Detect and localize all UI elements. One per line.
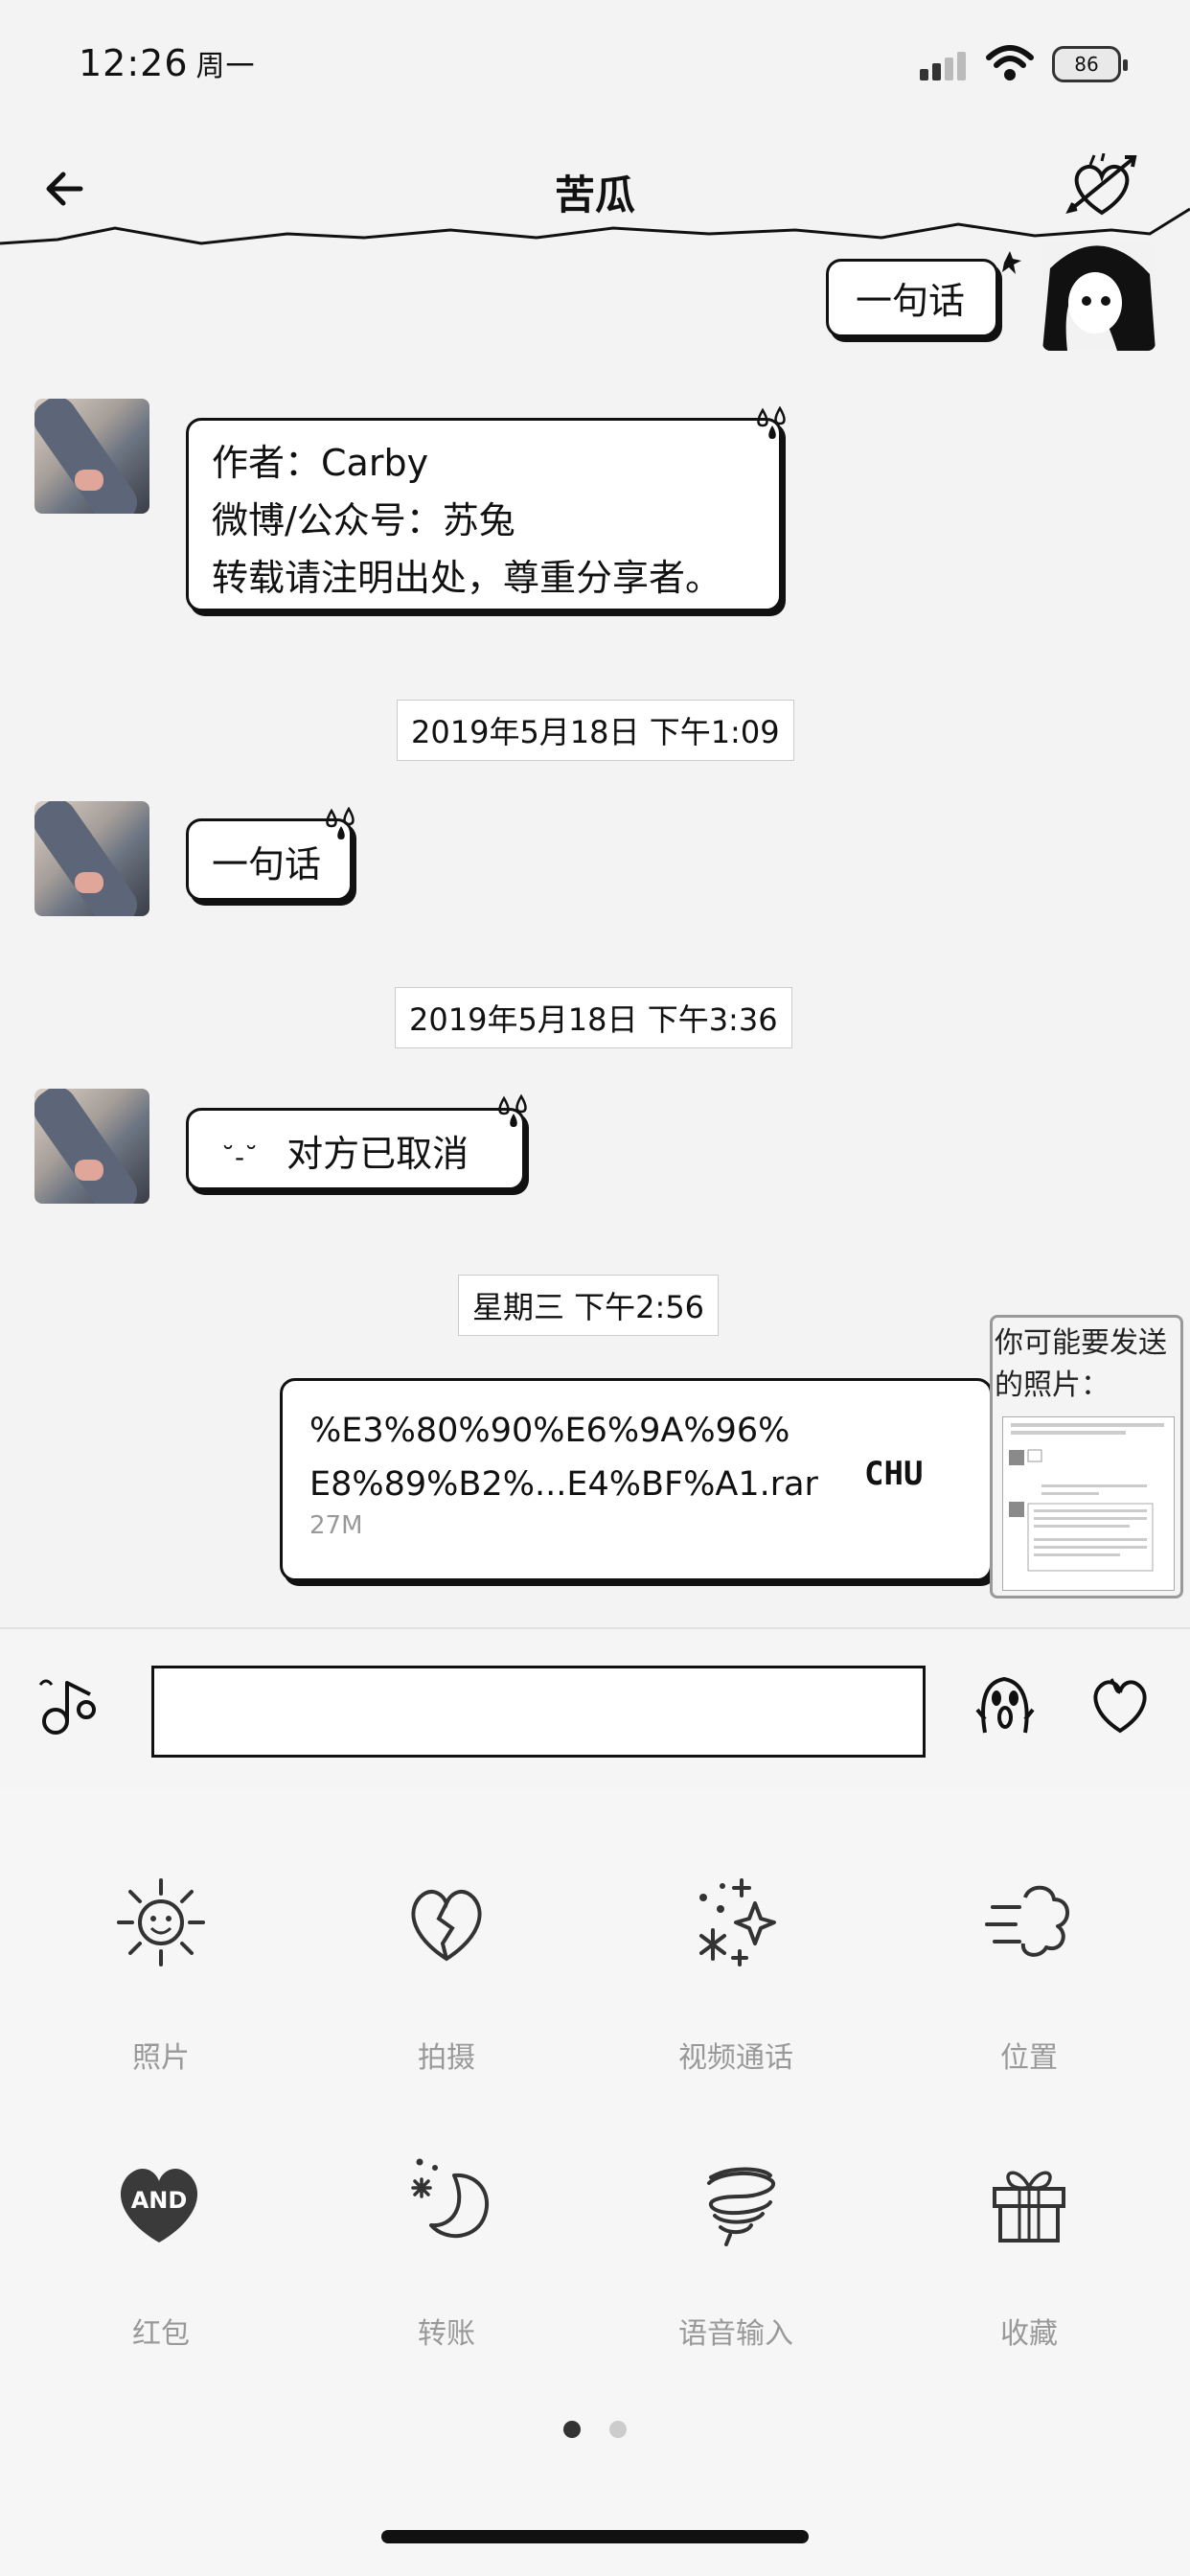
intro-line-2: 微博/公众号：苏兔 (212, 499, 515, 541)
my-avatar[interactable] (1042, 240, 1156, 351)
contact-avatar[interactable] (34, 1089, 149, 1204)
message-input[interactable] (151, 1666, 926, 1758)
page-dot-active[interactable] (563, 2421, 581, 2438)
gift-icon (993, 2171, 1065, 2242)
heart-badge-text: AND (131, 2187, 188, 2214)
message-text: 一句话 (212, 843, 322, 886)
contact-avatar[interactable] (34, 801, 149, 916)
heart-outline-icon[interactable] (1087, 1671, 1154, 1738)
intro-line-3: 转载请注明出处，尊重分享者。 (212, 557, 722, 599)
contact-avatar[interactable] (34, 399, 149, 514)
page-dot[interactable] (609, 2421, 627, 2438)
status-time: 12:26 周一 (79, 42, 256, 84)
message-bubble-received[interactable]: ˘-˘ 对方已取消 (186, 1108, 525, 1190)
timestamp-divider: 星期三 下午2:56 (458, 1275, 720, 1336)
torn-paper-edge (0, 207, 1190, 245)
wifi-icon (986, 45, 1034, 80)
tool-label: 转账 (418, 2317, 475, 2351)
tool-label: 照片 (132, 2041, 190, 2075)
tool-label: 拍摄 (418, 2041, 475, 2075)
timestamp-divider: 2019年5月18日 下午1:09 (397, 700, 794, 761)
wind-cloud-icon (985, 1885, 1069, 1957)
suggested-photo-thumbnail[interactable] (1002, 1416, 1175, 1591)
moon-icon (411, 2158, 489, 2239)
scream-face-icon[interactable] (972, 1671, 1039, 1738)
droplets-deco-icon (757, 406, 786, 439)
signal-icon (920, 52, 966, 80)
message-text: 一句话 (856, 280, 966, 322)
broken-heart-icon (411, 1890, 482, 1962)
timestamp-divider: 2019年5月18日 下午3:36 (395, 987, 792, 1048)
file-type-badge: CHU (864, 1455, 924, 1493)
heart-and-icon: AND (120, 2169, 198, 2242)
droplets-deco-icon (326, 807, 355, 840)
sparkles-icon (699, 1878, 776, 1966)
spiral-icon (707, 2167, 776, 2246)
droplets-deco-icon (498, 1094, 527, 1127)
music-note-icon[interactable] (36, 1671, 103, 1738)
sun-icon (117, 1878, 205, 1966)
tool-label: 收藏 (1000, 2317, 1058, 2351)
tool-label: 位置 (1000, 2041, 1058, 2075)
message-text: 对方已取消 (286, 1133, 469, 1175)
message-bubble-received[interactable]: 作者：Carby 微博/公众号：苏兔 转载请注明出处，尊重分享者。 (186, 418, 782, 611)
status-day: 周一 (195, 50, 256, 83)
tool-label: 红包 (132, 2317, 190, 2351)
file-name-line-1: %E3%80%90%E6%9A%96% (309, 1412, 790, 1450)
message-bubble-sent[interactable]: 一句话 (826, 259, 998, 337)
tool-label: 语音输入 (678, 2317, 793, 2351)
tool-label: 视频通话 (678, 2041, 793, 2075)
intro-line-1: 作者：Carby (212, 442, 429, 484)
cancel-emoticon: ˘-˘ (221, 1141, 259, 1173)
sparkle-deco-icon (1002, 251, 1021, 274)
battery-indicator: 86 (1052, 46, 1128, 82)
suggested-photo-label: 你可能要发送的照片： (995, 1326, 1167, 1402)
file-size: 27M (309, 1511, 363, 1540)
home-indicator[interactable] (381, 2530, 809, 2543)
